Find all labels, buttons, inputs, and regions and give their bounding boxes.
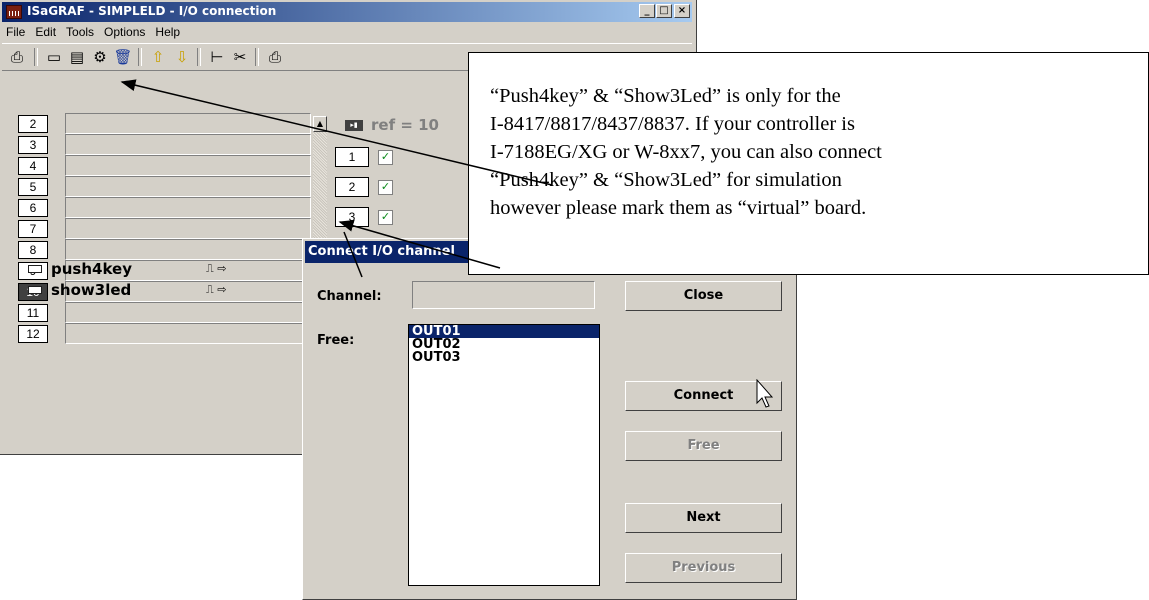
slot-row[interactable]: 9push4key⎍ ⇨ [15,260,311,281]
toolbar-separator [138,48,142,66]
slot-row[interactable]: 10show3led⎍ ⇨ [15,281,311,302]
open-board-icon[interactable]: ⎙ [7,47,27,67]
channel-check-icon: ✓ [378,210,393,225]
isagraf-app-icon [6,5,22,19]
slot-row[interactable]: 4 [15,155,311,176]
print-icon[interactable]: ⎙ [265,47,285,67]
channel-label: Channel: [317,289,382,304]
slot-row[interactable]: 3 [15,134,311,155]
close-button[interactable]: Close [625,281,782,311]
slot-row[interactable]: 8 [15,239,311,260]
move-up-icon[interactable]: ⇧ [148,47,168,67]
slot-row[interactable]: 2 [15,113,311,134]
slot-field[interactable] [65,134,311,155]
slot-field[interactable] [65,239,311,260]
slot-row[interactable]: 12 [15,323,311,344]
annotation-callout: “Push4key” & “Show3Led” is only for the … [468,52,1149,275]
slot-list: 2 3 4 5 6 7 8 9push4key⎍ ⇨ 10show3led⎍ ⇨… [15,113,311,433]
next-button[interactable]: Next [625,503,782,533]
callout-line: I-7188EG/XG or W-8xx7, you can also conn… [490,141,882,163]
menu-tools[interactable]: Tools [61,23,99,39]
slot-field[interactable] [65,218,311,239]
board-icon [28,265,42,273]
slot-row[interactable]: 7 [15,218,311,239]
board-info-icon[interactable]: ⚙ [90,47,110,67]
slot-number: 5 [18,178,48,196]
scroll-up-arrow[interactable]: ▲ [313,116,327,132]
cut-icon[interactable]: ✂ [230,47,250,67]
slot-field[interactable] [65,323,311,344]
channel-field[interactable] [412,281,595,309]
dialog-title: Connect I/O channel [308,244,455,259]
menu-help[interactable]: Help [150,23,185,39]
board-ref-label: ref = 10 [371,116,439,134]
slot-field[interactable] [65,176,311,197]
slot-number: 7 [18,220,48,238]
toolbar-separator [255,48,259,66]
mouse-cursor-icon [756,379,774,408]
callout-line: however please mark them as “virtual” bo… [490,197,867,219]
delete-board-icon[interactable]: 🗑 [113,47,133,67]
slot-number: 6 [18,199,48,217]
channel-check-icon: ✓ [378,180,393,195]
slot-field[interactable] [65,155,311,176]
slot-field[interactable] [65,113,311,134]
slot-field[interactable] [65,302,311,323]
close-window-button[interactable]: × [674,4,690,18]
board-controls-icon: ⎍ ⇨ [206,283,227,296]
board-name: show3led [51,281,132,299]
tree-view-icon[interactable]: ⊢ [207,47,227,67]
board-parameters-icon[interactable]: ▤ [67,47,87,67]
channel-number[interactable]: 2 [335,177,369,197]
channel-number[interactable]: 1 [335,147,369,167]
channel-number[interactable]: 3 [335,207,369,227]
previous-button[interactable]: Previous [625,553,782,583]
slot-row[interactable]: 11 [15,302,311,323]
free-channel-list[interactable]: OUT01 OUT02 OUT03 [408,324,600,586]
set-board-icon[interactable]: ▭ [44,47,64,67]
callout-line: “Push4key” & “Show3Led” for simulation [490,169,842,191]
slot-field[interactable] [65,197,311,218]
callout-line: I-8417/8817/8437/8837. If your controlle… [490,113,855,135]
free-button[interactable]: Free [625,431,782,461]
move-down-icon[interactable]: ⇩ [172,47,192,67]
board-controls-icon: ⎍ ⇨ [206,262,227,275]
callout-text: “Push4key” & “Show3Led” is only for the … [490,82,1140,222]
slot-number: 12 [18,325,48,343]
menu-bar: File Edit Tools Options Help [2,23,692,42]
free-label: Free: [317,333,355,348]
maximize-button[interactable]: □ [656,4,672,18]
callout-line: “Push4key” & “Show3Led” is only for the [490,85,841,107]
board-icon [28,286,42,294]
slot-number: 4 [18,157,48,175]
slot-number: 8 [18,241,48,259]
minimize-button[interactable]: _ [639,4,655,18]
board-name: push4key [51,260,132,278]
slot-number: 2 [18,115,48,133]
title-bar[interactable]: ISaGRAF - SIMPLELD - I/O connection _ □ … [2,2,692,22]
connect-io-dialog: Connect I/O channel Channel: Free: OUT01… [302,238,797,600]
window-title: ISaGRAF - SIMPLELD - I/O connection [27,4,277,18]
menu-file[interactable]: File [2,23,30,39]
list-item[interactable]: OUT03 [409,351,599,364]
board-ref-icon: ▸▮ [345,120,363,131]
menu-options[interactable]: Options [99,23,150,39]
slot-number: 11 [18,304,48,322]
slot-row[interactable]: 5 [15,176,311,197]
toolbar-separator [34,48,38,66]
channel-check-icon: ✓ [378,150,393,165]
menu-edit[interactable]: Edit [30,23,61,39]
slot-number: 3 [18,136,48,154]
slot-row[interactable]: 6 [15,197,311,218]
toolbar-separator [197,48,201,66]
